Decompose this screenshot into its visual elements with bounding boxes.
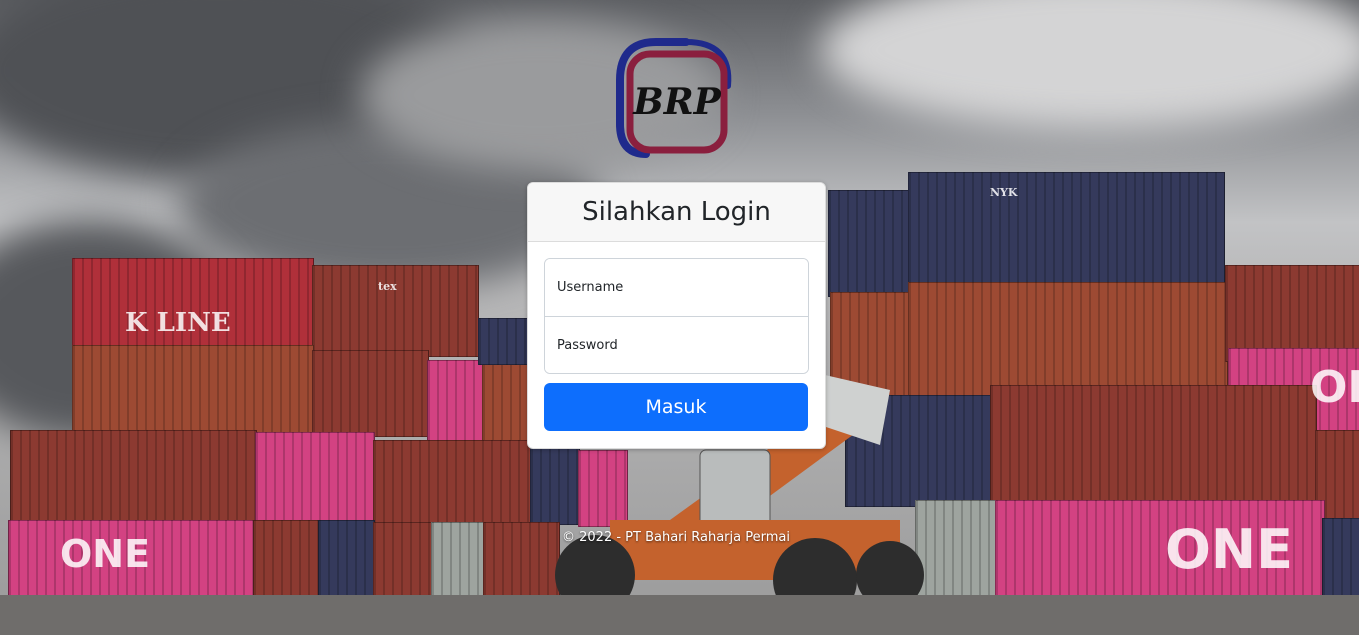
password-input[interactable] xyxy=(545,316,808,373)
container-label: ONE xyxy=(1165,518,1293,581)
container-label: tex xyxy=(378,280,397,293)
login-page: K LINE ONE ONE ONE tex NYK BRP Silahkan … xyxy=(0,0,1359,635)
footer-copyright: © 2022 - PT Bahari Raharja Permai xyxy=(562,530,790,545)
cloud xyxy=(820,0,1359,130)
container-label: NYK xyxy=(990,186,1018,199)
ground xyxy=(0,595,1359,635)
shipping-container xyxy=(312,350,429,437)
shipping-container xyxy=(255,432,375,522)
logo-text: BRP xyxy=(632,81,721,123)
login-title: Silahkan Login xyxy=(582,197,771,227)
shipping-container xyxy=(10,430,257,524)
shipping-container xyxy=(828,190,910,297)
shipping-container xyxy=(427,360,484,442)
logo-mark: BRP xyxy=(616,38,732,158)
shipping-container xyxy=(482,360,529,442)
shipping-container xyxy=(478,318,528,365)
company-logo: BRP xyxy=(616,38,734,158)
shipping-container xyxy=(312,265,479,357)
login-card-header: Silahkan Login xyxy=(528,183,825,242)
shipping-container xyxy=(908,282,1228,399)
login-card: Silahkan Login Masuk xyxy=(527,182,826,449)
shipping-container xyxy=(72,345,314,442)
container-label: K LINE xyxy=(125,308,231,338)
username-input[interactable] xyxy=(545,259,808,316)
shipping-container xyxy=(990,385,1317,502)
shipping-container xyxy=(373,440,532,524)
credentials-group xyxy=(544,258,809,374)
container-label: ONE xyxy=(1310,362,1359,413)
login-button[interactable]: Masuk xyxy=(544,383,808,431)
